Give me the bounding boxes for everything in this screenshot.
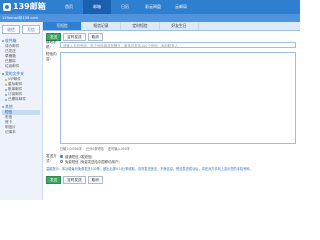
- compose-form: 接收手机: 请输入手机号码，多个号码用逗号隔开，最多可发给100个号码，添加联系…: [46, 40, 296, 184]
- recipient-input[interactable]: 请输入手机号码，多个号码用逗号隔开，最多可发给100个号码，添加联系人: [60, 42, 296, 48]
- main-panel: 写短信 短信记录 定时短信 好友生日 发送 定时发送 取消 接收手机: 请输入手…: [43, 22, 300, 200]
- folder-icon: [2, 40, 4, 42]
- apps-icon: [2, 106, 4, 108]
- folder-icon: [2, 73, 4, 75]
- send-button-bottom[interactable]: 发送: [46, 175, 62, 184]
- cancel-button-bottom[interactable]: 取消: [87, 175, 103, 184]
- counter-entered: 已输入0/350字: [60, 147, 82, 151]
- content-row: 短信内容:: [46, 52, 296, 144]
- content-label: 短信内容:: [46, 52, 57, 61]
- subscribe-icon: [5, 93, 7, 96]
- logo-text: 139邮箱: [13, 2, 46, 11]
- vip-icon: [5, 78, 7, 81]
- recipient-label: 接收手机:: [46, 40, 57, 49]
- tab-scheduled-sms[interactable]: 定时短信: [121, 22, 160, 30]
- trash-icon: [5, 98, 7, 101]
- content-textarea[interactable]: [60, 52, 296, 144]
- star-icon: [5, 83, 7, 86]
- option-row: 发送方式: 普通短信 (发短信) 免费短信 (免费发送给中国移动用户): [46, 154, 296, 164]
- nav-tab-home[interactable]: 首页: [55, 0, 83, 14]
- sidebar-item[interactable]: 已删除邮件: [2, 97, 40, 102]
- counter-messages: 已分0条短信: [85, 147, 104, 151]
- nav-tab-cloud-post[interactable]: 云邮局: [167, 0, 195, 14]
- top-bar: 139邮箱 首页 邮箱 日历 彩云网盘 云邮局: [0, 0, 300, 14]
- quick-actions: 收信 写信: [0, 22, 42, 37]
- char-counter: 已输入0/350字 已分0条短信 还可输入350字: [60, 146, 296, 151]
- bottom-toolbar: 发送 定时发送 取消: [46, 175, 296, 184]
- sub-bar: 139email@139.com: [0, 14, 300, 22]
- sidebar-item[interactable]: 记事本: [2, 130, 40, 135]
- counter-remaining: 还可输入350字: [107, 147, 130, 151]
- tab-write-sms[interactable]: 写短信: [43, 22, 82, 30]
- main-nav: 首页 邮箱 日历 彩云网盘 云邮局: [55, 0, 195, 14]
- nav-tab-calendar[interactable]: 日历: [111, 0, 139, 14]
- radio-icon: [60, 155, 63, 158]
- option-label: 发送方式:: [46, 154, 57, 163]
- sidebar-section-inbox: 收件箱 待办邮件 已发送 草稿箱 已删除 垃圾邮件: [0, 37, 42, 70]
- tab-birthdays[interactable]: 好友生日: [160, 22, 199, 30]
- receive-button[interactable]: 收信: [2, 25, 20, 34]
- nav-tab-mail[interactable]: 邮箱: [83, 0, 111, 14]
- option-free-label: 免费短信 (免费发送给中国移动用户): [65, 160, 120, 164]
- sidebar-section-other: 其他 短信 彩信 贺卡 明信片 记事本: [0, 103, 42, 136]
- option-free[interactable]: 免费短信 (免费发送给中国移动用户): [60, 159, 120, 164]
- compose-tabs: 写短信 短信记录 定时短信 好友生日: [43, 22, 300, 31]
- option-group: 普通短信 (发短信) 免费短信 (免费发送给中国移动用户): [60, 154, 120, 164]
- logo-icon: [3, 3, 11, 11]
- tip-note: 温馨提示：本功能每月免费发送100条，超出后按0.1元/条收取，请勿发送违法、不…: [46, 167, 253, 171]
- recipient-row: 接收手机: 请输入手机号码，多个号码用逗号隔开，最多可发给100个号码，添加联系…: [46, 40, 296, 50]
- sidebar-section-folders: 我的文件夹 VIP邮件 星标邮件 账单邮件 订阅邮件 已删除邮件: [0, 70, 42, 103]
- radio-icon: [60, 160, 63, 163]
- sidebar-item[interactable]: 垃圾邮件: [2, 64, 40, 69]
- schedule-send-button-bottom[interactable]: 定时发送: [63, 175, 86, 184]
- sidebar-item-label: 已删除邮件: [8, 97, 26, 101]
- account-label[interactable]: 139email@139.com: [2, 14, 38, 22]
- bill-icon: [5, 88, 7, 91]
- sidebar: 收信 写信 收件箱 待办邮件 已发送 草稿箱 已删除 垃圾邮件 我的文件夹 VI…: [0, 22, 43, 200]
- logo[interactable]: 139邮箱: [3, 1, 46, 13]
- nav-tab-cloud-drive[interactable]: 彩云网盘: [139, 0, 167, 14]
- compose-button[interactable]: 写信: [22, 25, 40, 34]
- tab-sms-records[interactable]: 短信记录: [82, 22, 121, 30]
